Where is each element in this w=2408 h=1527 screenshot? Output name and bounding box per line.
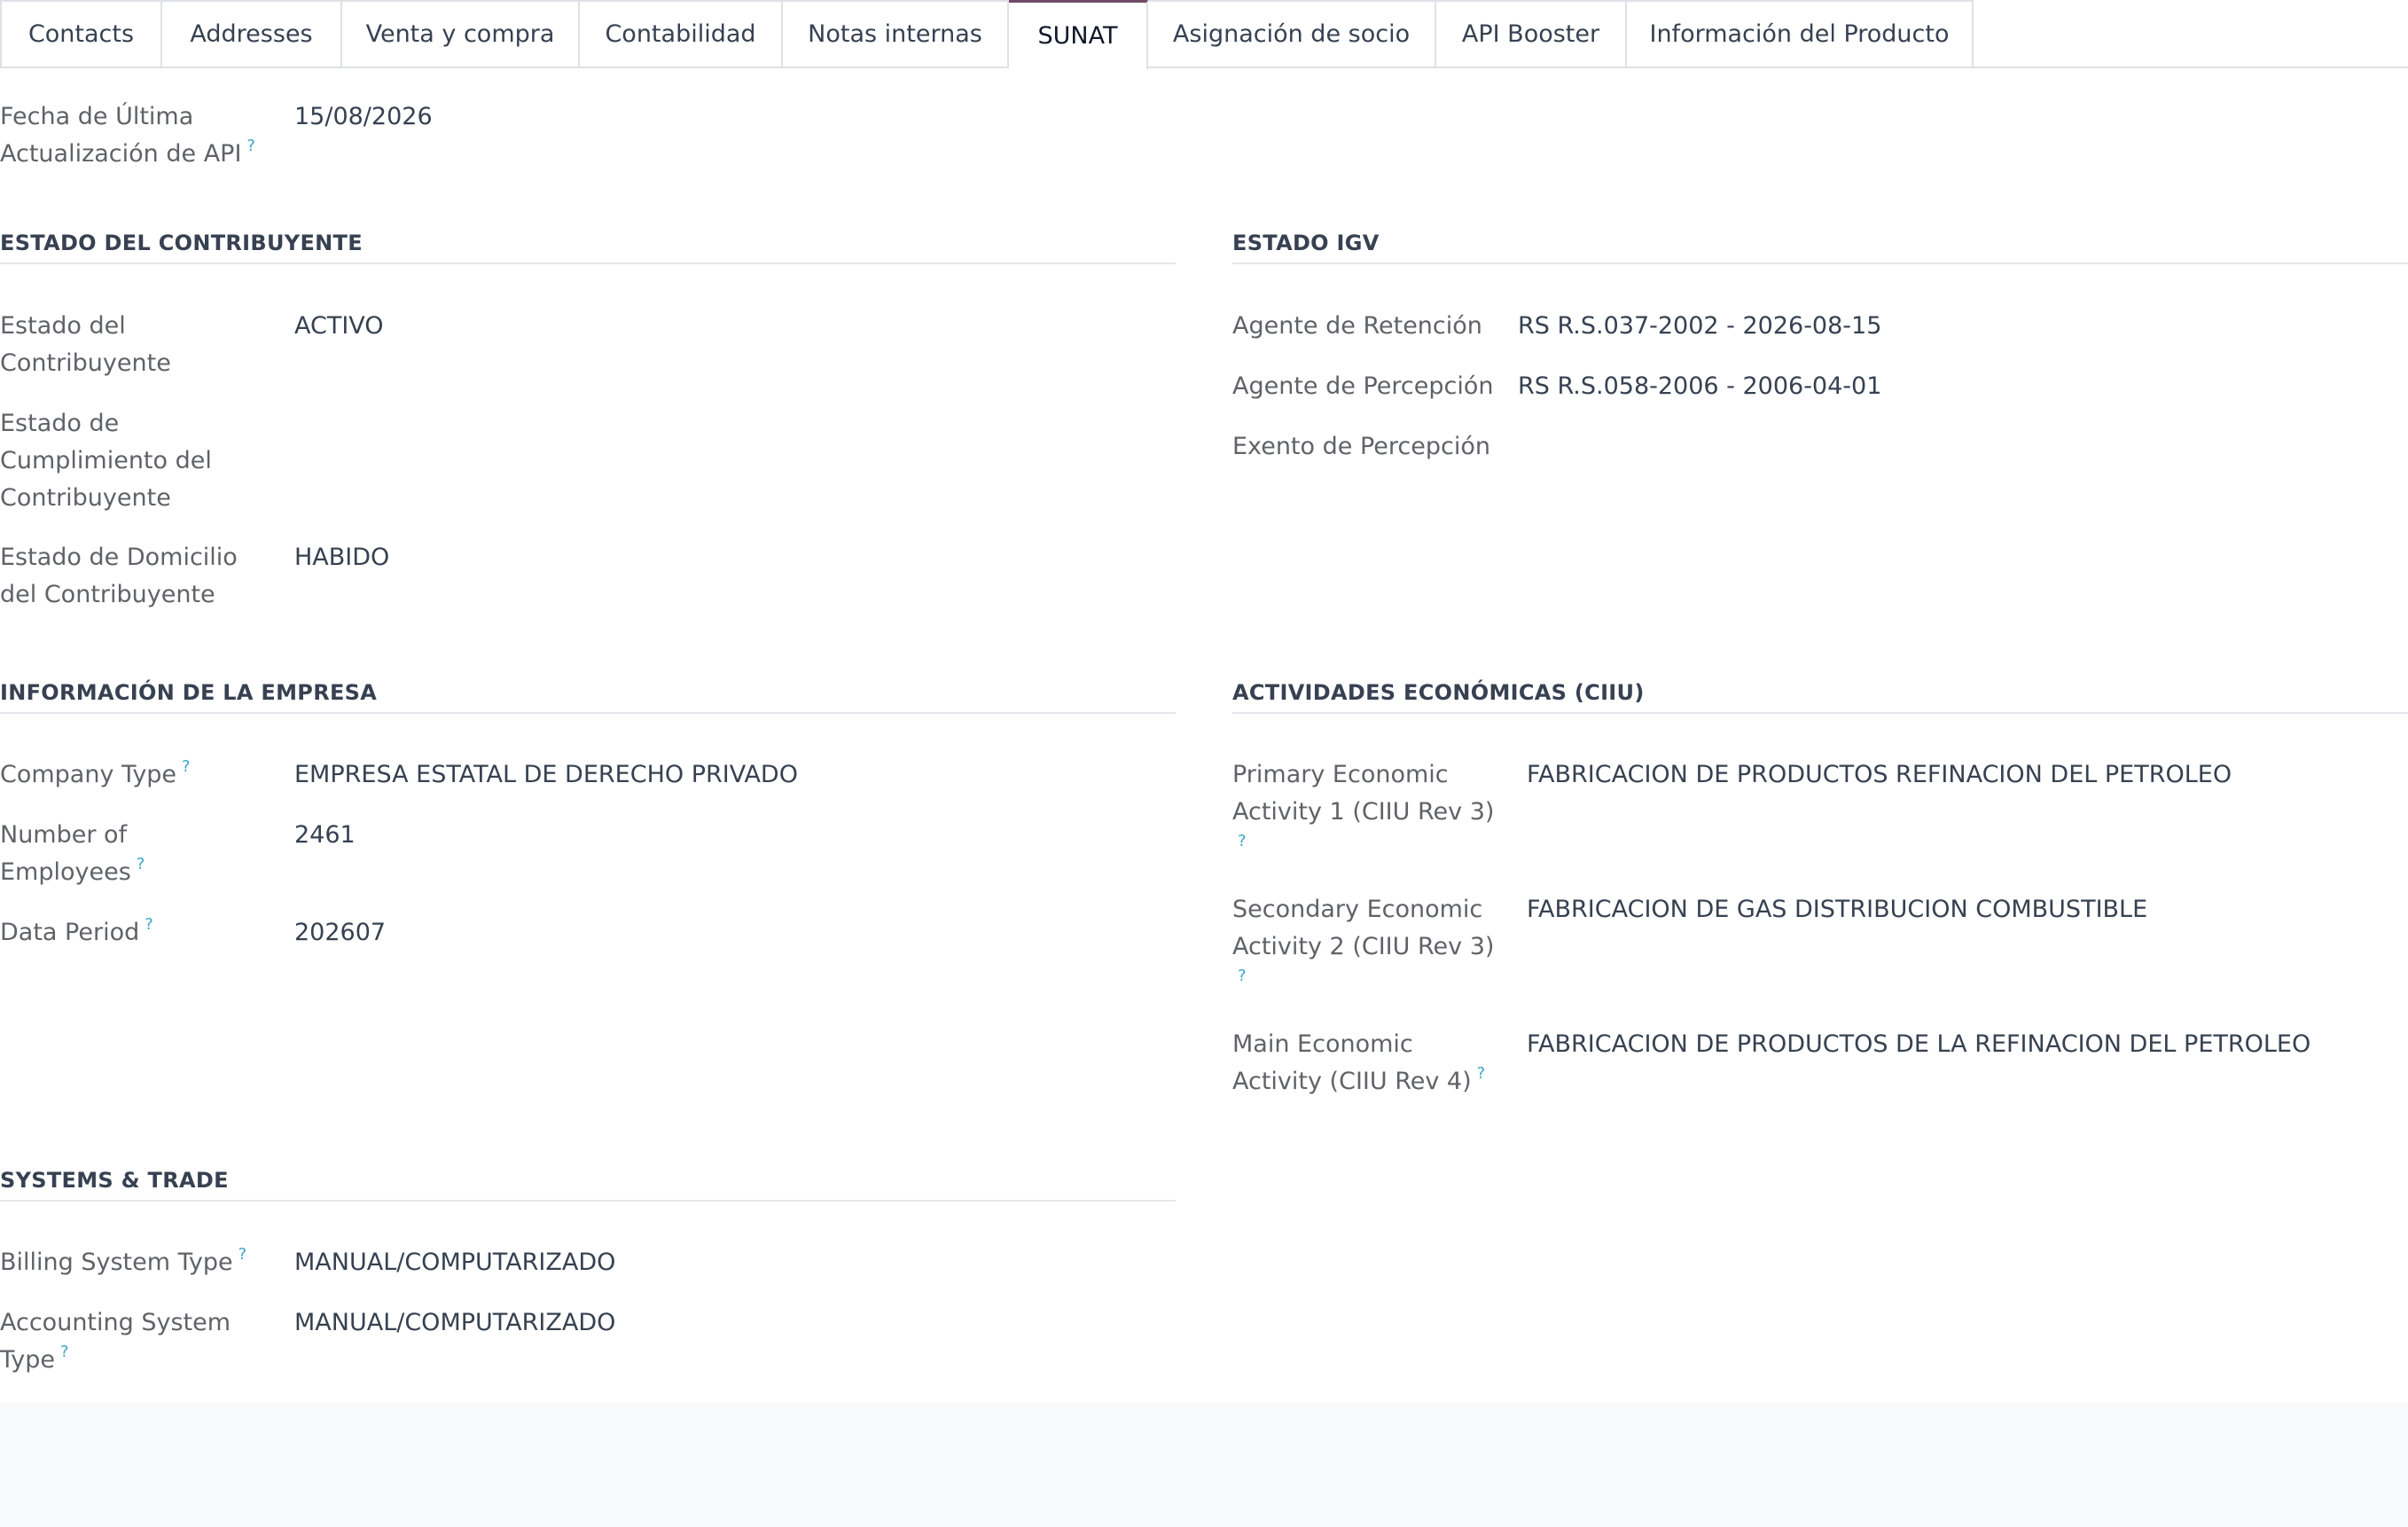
help-icon[interactable]: ? xyxy=(60,1344,69,1360)
tab-addresses[interactable]: Addresses xyxy=(162,0,342,68)
tab-notas-internas[interactable]: Notas internas xyxy=(783,0,1009,68)
taxpayer-status-value: ACTIVO xyxy=(294,312,384,340)
retention-agent-value: RS R.S.037-2002 - 2026-08-15 xyxy=(1518,312,1882,340)
retention-agent-label: Agente de Retención xyxy=(1232,312,1482,340)
perception-agent-value: RS R.S.058-2006 - 2006-04-01 xyxy=(1518,372,1882,400)
taxpayer-compliance-label: Estado de Cumplimiento del Contribuyente xyxy=(0,410,212,512)
tab-informacion-del-producto[interactable]: Información del Producto xyxy=(1627,0,1974,68)
help-icon[interactable]: ? xyxy=(182,759,191,775)
help-icon[interactable]: ? xyxy=(1238,834,1247,850)
tab-contacts[interactable]: Contacts xyxy=(0,0,162,68)
api-update-label: Fecha de Última Actualización de API? xyxy=(0,103,255,168)
tab-api-booster[interactable]: API Booster xyxy=(1436,0,1627,68)
secondary-activity-value: FABRICACION DE GAS DISTRIBUCION COMBUSTI… xyxy=(1527,896,2148,923)
perception-agent-label: Agente de Percepción xyxy=(1232,372,1494,400)
main-activity-label: Main Economic Activity (CIIU Rev 4)? xyxy=(1232,1030,1486,1095)
api-update-value: 15/08/2026 xyxy=(294,103,433,130)
section-taxpayer-status: ESTADO DEL CONTRIBUYENTE xyxy=(0,231,1176,264)
tab-sunat[interactable]: SUNAT xyxy=(1009,0,1148,70)
section-igv-status: ESTADO IGV xyxy=(1232,231,2408,264)
tab-venta-y-compra[interactable]: Venta y compra xyxy=(342,0,580,68)
accounting-system-value: MANUAL/COMPUTARIZADO xyxy=(294,1309,616,1336)
help-icon[interactable]: ? xyxy=(246,138,255,154)
taxpayer-domicile-value: HABIDO xyxy=(294,544,390,571)
help-icon[interactable]: ? xyxy=(1477,1066,1486,1082)
employees-value: 2461 xyxy=(294,821,356,849)
help-icon[interactable]: ? xyxy=(238,1247,247,1263)
notebook-tabs: Contacts Addresses Venta y compra Contab… xyxy=(0,0,2408,70)
tab-contabilidad[interactable]: Contabilidad xyxy=(580,0,783,68)
secondary-activity-label: Secondary Economic Activity 2 (CIIU Rev … xyxy=(1232,896,1495,985)
perception-exempt-label: Exento de Percepción xyxy=(1232,433,1490,460)
data-period-value: 202607 xyxy=(294,919,387,946)
employees-label: Number of Employees? xyxy=(0,821,145,886)
section-systems-trade: SYSTEMS & TRADE xyxy=(0,1168,1176,1202)
billing-system-label: Billing System Type? xyxy=(0,1245,247,1277)
taxpayer-domicile-label: Estado de Domicilio del Contribuyente xyxy=(0,544,238,608)
section-economic-activities: ACTIVIDADES ECONÓMICAS (CIIU) xyxy=(1232,680,2408,714)
data-period-label: Data Period? xyxy=(0,915,153,947)
main-activity-value: FABRICACION DE PRODUCTOS DE LA REFINACIO… xyxy=(1527,1030,2311,1058)
primary-activity-label: Primary Economic Activity 1 (CIIU Rev 3)… xyxy=(1232,761,1495,850)
help-icon[interactable]: ? xyxy=(145,917,153,933)
company-type-label: Company Type? xyxy=(0,757,191,789)
taxpayer-status-label: Estado del Contribuyente xyxy=(0,312,171,377)
help-icon[interactable]: ? xyxy=(1238,968,1247,984)
form-sheet: Contacts Addresses Venta y compra Contab… xyxy=(0,0,2408,1403)
accounting-system-label: Accounting System Type? xyxy=(0,1309,231,1374)
tab-asignacion-de-socio[interactable]: Asignación de socio xyxy=(1148,0,1436,68)
help-icon[interactable]: ? xyxy=(137,857,145,873)
billing-system-value: MANUAL/COMPUTARIZADO xyxy=(294,1249,616,1276)
primary-activity-value: FABRICACION DE PRODUCTOS REFINACION DEL … xyxy=(1527,761,2232,788)
section-company-info: INFORMACIÓN DE LA EMPRESA xyxy=(0,680,1176,714)
company-type-value: EMPRESA ESTATAL DE DERECHO PRIVADO xyxy=(294,761,798,788)
